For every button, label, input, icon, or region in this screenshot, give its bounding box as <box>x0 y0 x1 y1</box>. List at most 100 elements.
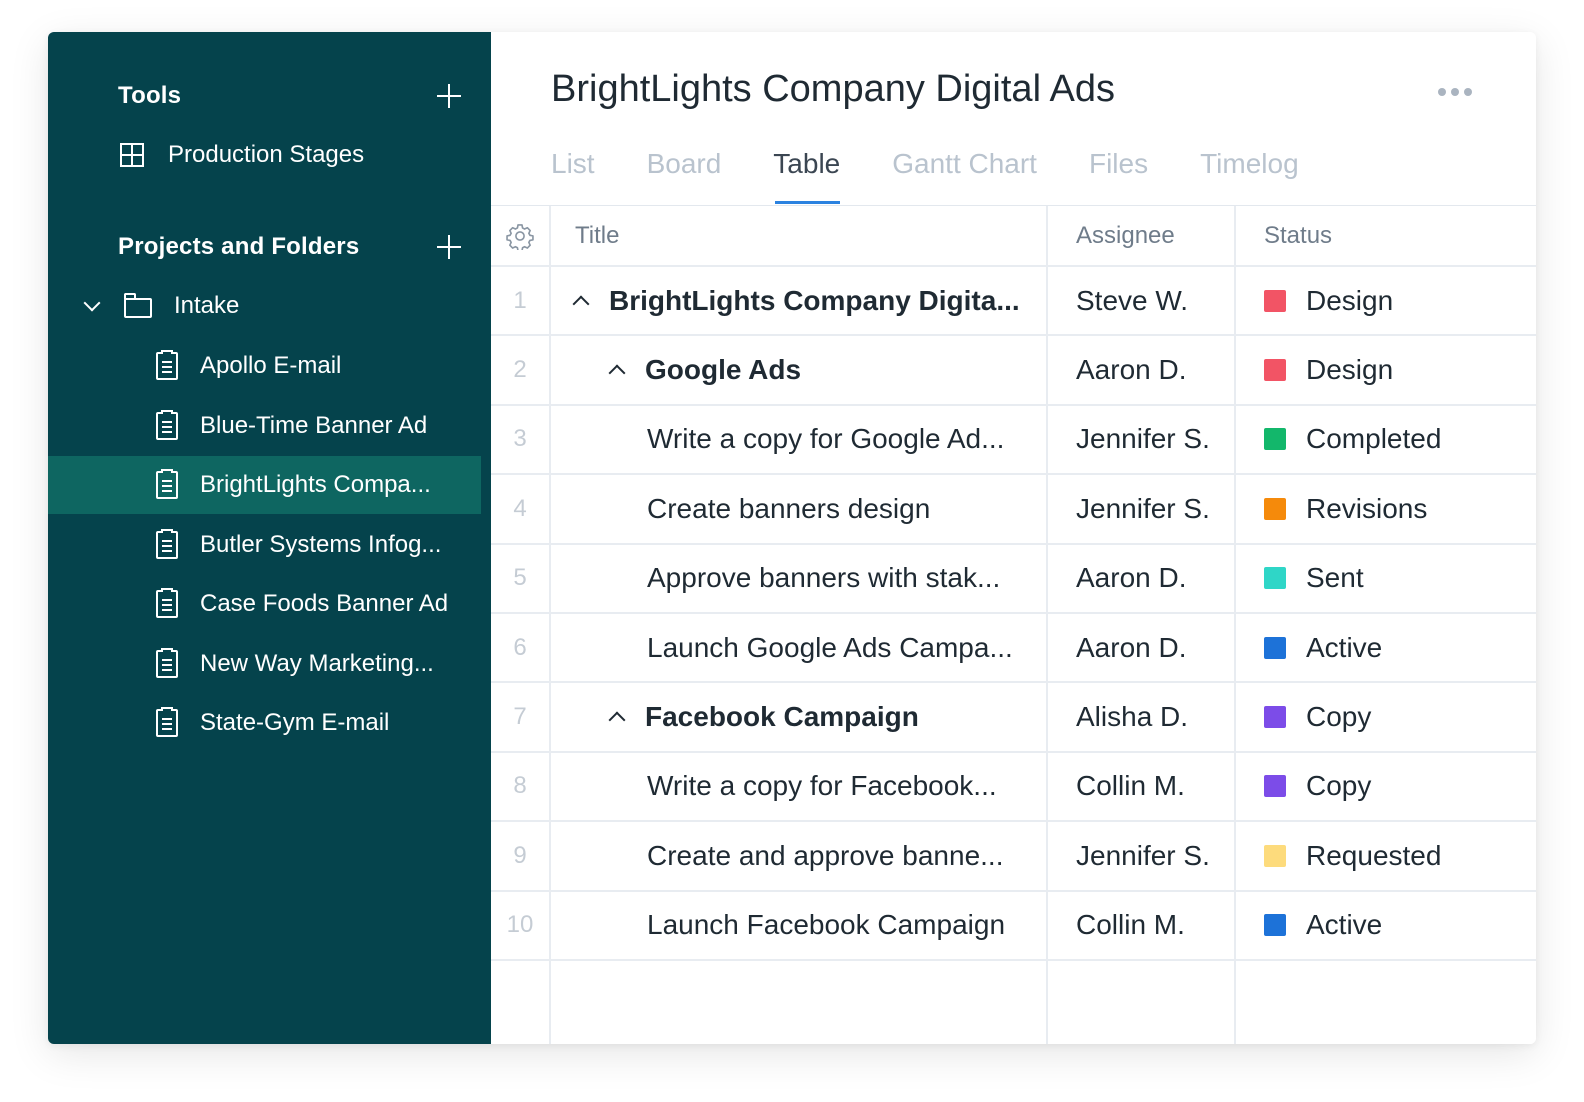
task-title: BrightLights Company Digita... <box>609 284 1020 316</box>
settings-cell <box>491 206 551 265</box>
tools-header: Tools <box>118 76 461 116</box>
assignee-cell[interactable]: Steve W. <box>1048 267 1236 335</box>
main-panel: BrightLights Company Digital Ads List Boa… <box>491 32 1536 1044</box>
task-title: Create and approve banne... <box>647 839 1004 871</box>
status-label: Design <box>1306 354 1394 386</box>
assignee-name: Jennifer S. <box>1076 423 1210 455</box>
task-title: Write a copy for Facebook... <box>647 770 997 802</box>
task-title: Write a copy for Google Ad... <box>647 423 1005 455</box>
status-color-swatch <box>1264 914 1286 937</box>
table-row[interactable]: 3 Write a copy for Google Ad... Jennifer S… <box>491 405 1536 476</box>
assignee-cell[interactable]: Aaron D. <box>1048 614 1236 682</box>
status-cell[interactable]: Copy <box>1236 683 1536 750</box>
assignee-name: Aaron D. <box>1076 631 1187 663</box>
title-cell[interactable]: Create and approve banne... <box>551 822 1048 890</box>
dot-icon <box>1464 88 1472 96</box>
title-cell[interactable]: Write a copy for Facebook... <box>551 752 1048 821</box>
title-cell[interactable]: Launch Facebook Campaign <box>551 891 1048 959</box>
table-row[interactable]: 6 Launch Google Ads Campa... Aaron D. Activ… <box>491 614 1536 684</box>
row-number-cell: 1 <box>491 267 551 335</box>
chevron-up-icon[interactable] <box>572 295 590 313</box>
title-cell[interactable]: Facebook Campaign <box>551 683 1048 751</box>
sidebar-item-label: Apollo E-mail <box>200 352 342 379</box>
assignee-cell[interactable]: Jennifer S. <box>1048 822 1236 890</box>
status-column-header[interactable]: Status <box>1236 206 1536 265</box>
row-number: 9 <box>513 841 527 869</box>
document-icon <box>156 647 178 678</box>
sidebar-item-label: State-Gym E-mail <box>200 709 390 736</box>
table-row[interactable]: 10 Launch Facebook Campaign Collin M. Activ… <box>491 891 1536 961</box>
chevron-down-icon[interactable] <box>83 294 101 312</box>
document-icon <box>156 350 178 380</box>
table-row[interactable]: 8 Write a copy for Facebook... Collin M. Co… <box>491 752 1536 823</box>
tab-table[interactable]: Table <box>773 144 840 204</box>
status-cell[interactable]: Design <box>1236 336 1536 403</box>
status-cell[interactable]: Revisions <box>1236 475 1536 542</box>
gear-icon[interactable] <box>506 222 534 250</box>
dot-icon <box>1438 88 1446 96</box>
more-options-button[interactable] <box>1438 88 1472 96</box>
add-project-button[interactable] <box>437 235 461 259</box>
table-row[interactable]: 9 Create and approve banne... Jennifer S. R… <box>491 822 1536 892</box>
title-cell[interactable]: Launch Google Ads Campa... <box>551 614 1048 682</box>
empty-cell <box>551 961 1048 1044</box>
table-row[interactable]: 5 Approve banners with stak... Aaron D. Sen… <box>491 544 1536 614</box>
status-label: Active <box>1306 631 1383 663</box>
view-tabs: List Board Table Gantt Chart Files Timelog <box>551 144 1351 204</box>
status-cell[interactable]: Sent <box>1236 545 1536 612</box>
sidebar-item-label: Case Foods Banner Ad <box>200 590 449 617</box>
sidebar-item-project[interactable]: Case Foods Banner Ad <box>48 575 481 633</box>
assignee-cell[interactable]: Alisha D. <box>1048 683 1236 751</box>
chevron-up-icon[interactable] <box>608 364 626 382</box>
status-label: Copy <box>1306 770 1372 802</box>
table-row[interactable]: 2 Google Ads Aaron D. Design <box>491 336 1536 406</box>
row-number-cell: 10 <box>491 891 551 959</box>
row-number: 8 <box>513 772 527 800</box>
tab-timelog[interactable]: Timelog <box>1200 144 1299 204</box>
assignee-cell[interactable]: Jennifer S. <box>1048 405 1236 474</box>
assignee-name: Collin M. <box>1076 909 1185 941</box>
table-row[interactable]: 7 Facebook Campaign Alisha D. Copy <box>491 683 1536 753</box>
status-cell[interactable]: Active <box>1236 892 1536 959</box>
folder-intake[interactable]: Intake <box>48 277 481 335</box>
sidebar-item-project[interactable]: New Way Marketing... <box>48 635 481 693</box>
status-cell[interactable]: Copy <box>1236 753 1536 820</box>
assignee-cell[interactable]: Jennifer S. <box>1048 475 1236 543</box>
title-cell[interactable]: BrightLights Company Digita... <box>551 267 1048 335</box>
tab-files[interactable]: Files <box>1089 144 1148 204</box>
table-empty-area <box>491 961 1536 1044</box>
chevron-up-icon[interactable] <box>608 711 626 729</box>
assignee-column-header[interactable]: Assignee <box>1048 206 1236 265</box>
assignee-cell[interactable]: Aaron D. <box>1048 544 1236 612</box>
tab-gantt-chart[interactable]: Gantt Chart <box>892 144 1037 204</box>
sidebar-item-production-stages[interactable]: Production Stages <box>48 126 481 184</box>
status-cell[interactable]: Active <box>1236 614 1536 681</box>
sidebar-item-label: Blue-Time Banner Ad <box>200 411 428 439</box>
title-cell[interactable]: Write a copy for Google Ad... <box>551 405 1048 474</box>
assignee-cell[interactable]: Aaron D. <box>1048 336 1236 404</box>
status-label: Sent <box>1306 562 1364 594</box>
title-cell[interactable]: Create banners design <box>551 475 1048 543</box>
tab-board[interactable]: Board <box>647 144 722 204</box>
status-label: Active <box>1306 909 1383 941</box>
sidebar-item-project[interactable]: Butler Systems Infog... <box>48 516 481 574</box>
title-cell[interactable]: Approve banners with stak... <box>551 544 1048 612</box>
status-cell[interactable]: Completed <box>1236 406 1536 473</box>
title-column-header[interactable]: Title <box>551 206 1048 265</box>
sidebar-item-project[interactable]: BrightLights Compa... <box>48 456 481 514</box>
sidebar-item-project[interactable]: State-Gym E-mail <box>48 694 481 752</box>
folder-label: Intake <box>174 292 240 319</box>
table-row[interactable]: 4 Create banners design Jennifer S. Revisio… <box>491 475 1536 545</box>
assignee-cell[interactable]: Collin M. <box>1048 752 1236 821</box>
add-tool-button[interactable] <box>437 84 461 108</box>
table-row[interactable]: 1 BrightLights Company Digita... Steve W. D… <box>491 267 1536 337</box>
sidebar-item-project[interactable]: Blue-Time Banner Ad <box>48 397 481 455</box>
assignee-name: Collin M. <box>1076 770 1185 802</box>
assignee-cell[interactable]: Collin M. <box>1048 891 1236 959</box>
tab-list[interactable]: List <box>551 144 595 204</box>
sidebar-item-project[interactable]: Apollo E-mail <box>48 337 481 395</box>
status-cell[interactable]: Requested <box>1236 822 1536 889</box>
status-cell[interactable]: Design <box>1236 267 1536 334</box>
title-cell[interactable]: Google Ads <box>551 336 1048 404</box>
row-number: 3 <box>513 425 527 453</box>
